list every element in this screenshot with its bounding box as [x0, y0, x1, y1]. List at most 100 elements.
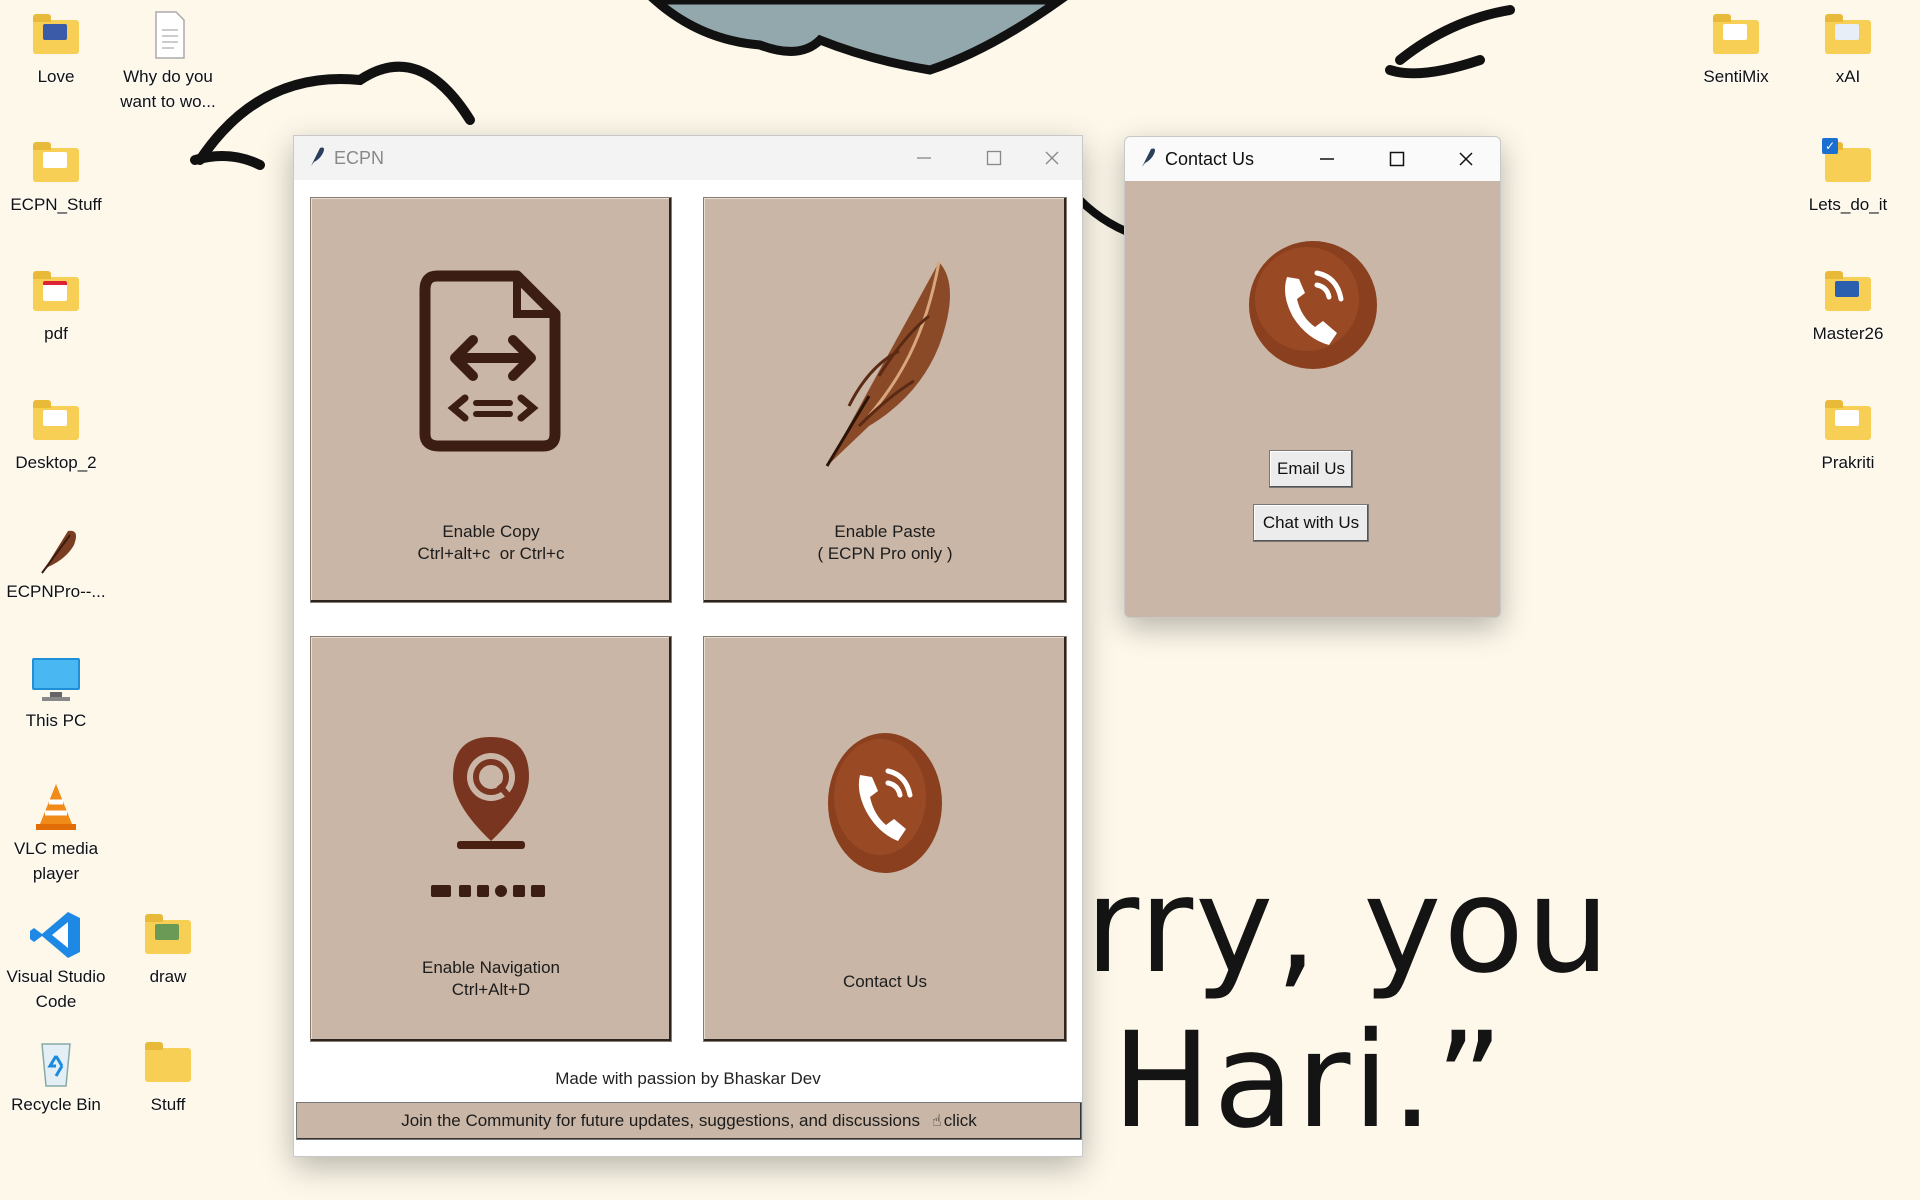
- vlc-cone-icon: [28, 782, 84, 832]
- desktop-icon-draw[interactable]: draw: [112, 910, 224, 989]
- vscode-icon: [28, 910, 84, 960]
- wallpaper-quote-line1: rry, you: [1085, 849, 1612, 1003]
- chat-with-us-button[interactable]: Chat with Us: [1253, 504, 1369, 542]
- desktop-icon-label: Master26: [1812, 324, 1884, 343]
- monitor-icon: [28, 654, 84, 704]
- community-bar[interactable]: Join the Community for future updates, s…: [296, 1102, 1082, 1140]
- tile-caption: Enable Copy Ctrl+alt+c or Ctrl+c: [311, 521, 671, 565]
- tile-caption: Enable Navigation Ctrl+Alt+D: [311, 957, 671, 1001]
- desktop-icon-xai[interactable]: xAI: [1792, 10, 1904, 89]
- desktop-icon-sentimix[interactable]: SentiMix: [1680, 10, 1792, 89]
- desktop-icon-recycle-bin[interactable]: Recycle Bin: [0, 1038, 112, 1117]
- desktop-icon-ecpnpro[interactable]: ECPNPro--...: [0, 525, 112, 604]
- folder-icon: [28, 138, 84, 188]
- folder-icon: ✓: [1820, 138, 1876, 188]
- phone-icon: [828, 733, 942, 873]
- checkbox-checked-icon: ✓: [1822, 138, 1838, 154]
- enable-paste-tile[interactable]: Enable Paste ( ECPN Pro only ): [703, 197, 1067, 603]
- copy-shortcut: Ctrl+alt+c or Ctrl+c: [417, 544, 565, 563]
- minimize-button[interactable]: [894, 136, 954, 180]
- enable-navigation-tile[interactable]: Enable Navigation Ctrl+Alt+D: [310, 636, 672, 1042]
- feather-icon: [28, 525, 84, 575]
- desktop-icon-label: Love: [37, 67, 75, 86]
- folder-icon: [28, 396, 84, 446]
- desktop-icon-label: Stuff: [150, 1095, 186, 1114]
- desktop-icon-vlc[interactable]: VLC media player: [0, 782, 112, 886]
- community-text: Join the Community for future updates, s…: [401, 1111, 920, 1130]
- desktop-icon-label: Recycle Bin: [11, 1095, 101, 1114]
- desktop-icon-ecpn-stuff[interactable]: ECPN_Stuff: [0, 138, 112, 217]
- folder-icon: [140, 1038, 196, 1088]
- desktop-icon-label: SentiMix: [1703, 67, 1769, 86]
- tile-caption: Enable Paste ( ECPN Pro only ): [704, 521, 1066, 565]
- close-icon: [1459, 152, 1473, 166]
- contact-us-tile[interactable]: Contact Us: [703, 636, 1067, 1042]
- desktop-icon-label: Visual Studio Code: [6, 967, 106, 1011]
- folder-icon: [28, 10, 84, 60]
- tile-caption: Contact Us: [704, 971, 1066, 993]
- navigation-shortcut: Ctrl+Alt+D: [451, 980, 531, 999]
- minimize-button[interactable]: [1297, 137, 1357, 181]
- desktop-icon-label: Lets_do_it: [1808, 195, 1888, 214]
- feather-app-icon: [1139, 146, 1157, 173]
- contact-us-window: Contact Us Email Us Chat with Us: [1124, 136, 1501, 618]
- desktop-icon-love[interactable]: Love: [0, 10, 112, 89]
- desktop-icon-label: xAI: [1835, 67, 1861, 86]
- community-link[interactable]: click: [944, 1111, 977, 1131]
- desktop-icon-master26[interactable]: Master26: [1792, 267, 1904, 346]
- folder-icon: [28, 267, 84, 317]
- desktop-icon-prakriti[interactable]: Prakriti: [1792, 396, 1904, 475]
- image-folder-icon: [140, 910, 196, 960]
- close-button[interactable]: [1436, 137, 1496, 181]
- close-icon: [1045, 151, 1059, 165]
- desktop-icon-label: ECPNPro--...: [6, 582, 106, 601]
- location-pin-icon: [453, 737, 529, 849]
- file-transfer-icon: [419, 270, 561, 452]
- minimize-icon: [917, 157, 931, 159]
- window-title: ECPN: [334, 147, 385, 168]
- desktop-icon-pdf[interactable]: pdf: [0, 267, 112, 346]
- email-us-button[interactable]: Email Us: [1269, 450, 1353, 488]
- window-title: Contact Us: [1165, 148, 1255, 169]
- maximize-icon: [986, 150, 1002, 166]
- maximize-icon: [1389, 151, 1405, 167]
- ecpn-titlebar[interactable]: ECPN: [294, 136, 1082, 180]
- copy-title: Enable Copy: [442, 522, 540, 541]
- minimize-icon: [1320, 158, 1334, 160]
- navigation-title: Enable Navigation: [422, 958, 560, 977]
- document-icon: [140, 10, 196, 60]
- folder-icon: [1820, 267, 1876, 317]
- wallpaper-quote-line2: Hari.”: [1112, 1004, 1506, 1158]
- hand-pointer-icon: ☝: [931, 1113, 942, 1130]
- desktop-icon-stuff[interactable]: Stuff: [112, 1038, 224, 1117]
- feather-app-icon: [308, 145, 326, 172]
- desktop-icon-vscode[interactable]: Visual Studio Code: [0, 910, 112, 1014]
- contact-title: Contact Us: [842, 972, 928, 991]
- folder-icon: [1820, 396, 1876, 446]
- desktop-icon-desktop-2[interactable]: Desktop_2: [0, 396, 112, 475]
- desktop-icon-label: pdf: [44, 324, 68, 343]
- footer-credit: Made with passion by Bhaskar Dev: [555, 1069, 821, 1088]
- desktop-icon-document[interactable]: Why do you want to wo...: [112, 10, 224, 114]
- phone-icon: [1249, 241, 1377, 369]
- ecpn-window: ECPN Enable Copy Ctrl+alt+c or Ctrl+c En…: [293, 135, 1083, 1157]
- desktop-icon-lets-do-it[interactable]: ✓ Lets_do_it: [1792, 138, 1904, 217]
- maximize-button[interactable]: [964, 136, 1024, 180]
- desktop-icon-label: VLC media player: [13, 839, 99, 883]
- contact-titlebar[interactable]: Contact Us: [1125, 137, 1500, 181]
- paste-title: Enable Paste: [834, 522, 936, 541]
- maximize-button[interactable]: [1367, 137, 1427, 181]
- desktop-icon-label: ECPN_Stuff: [10, 195, 102, 214]
- folder-icon: [1708, 10, 1764, 60]
- desktop-icon-label: draw: [149, 967, 187, 986]
- device-icons-row: [431, 885, 545, 897]
- desktop-icon-this-pc[interactable]: This PC: [0, 654, 112, 733]
- desktop-icon-label: This PC: [25, 711, 87, 730]
- paste-note: ( ECPN Pro only ): [817, 544, 953, 563]
- folder-icon: [1820, 10, 1876, 60]
- recycle-bin-icon: [28, 1038, 84, 1088]
- enable-copy-tile[interactable]: Enable Copy Ctrl+alt+c or Ctrl+c: [310, 197, 672, 603]
- desktop-icon-label: Prakriti: [1821, 453, 1875, 472]
- close-button[interactable]: [1022, 136, 1082, 180]
- desktop-icon-label: Desktop_2: [15, 453, 97, 472]
